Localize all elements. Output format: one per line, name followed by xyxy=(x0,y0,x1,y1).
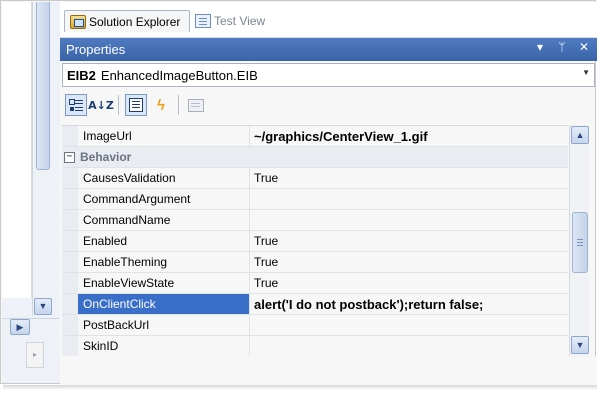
row-gutter xyxy=(62,273,78,293)
property-pages-button[interactable] xyxy=(185,94,207,116)
property-row-postbackurl[interactable]: PostBackUrl xyxy=(62,315,568,336)
row-gutter xyxy=(62,294,78,314)
property-value[interactable]: ~/graphics/CenterView_1.gif xyxy=(250,126,568,146)
properties-view-button[interactable] xyxy=(125,94,147,116)
property-row-commandname[interactable]: CommandName xyxy=(62,210,568,231)
property-row-causesvalidation[interactable]: CausesValidation True xyxy=(62,168,568,189)
property-value[interactable]: True xyxy=(250,273,568,293)
property-name[interactable]: SkinID xyxy=(78,336,250,356)
property-name[interactable]: EnableViewState xyxy=(78,273,250,293)
tab-label: Test View xyxy=(214,14,266,28)
property-value[interactable]: True xyxy=(250,168,568,188)
row-gutter xyxy=(62,168,78,188)
chevron-down-icon[interactable]: ▼ xyxy=(582,68,590,77)
property-name[interactable]: EnableTheming xyxy=(78,252,250,272)
test-view-icon xyxy=(195,14,211,28)
property-grid: ImageUrl ~/graphics/CenterView_1.gif − B… xyxy=(62,125,568,357)
tool-window-tabstrip: Solution Explorer Test View xyxy=(60,2,597,38)
property-name[interactable]: CommandName xyxy=(78,210,250,230)
tab-label: Solution Explorer xyxy=(89,14,181,29)
property-name-selected[interactable]: OnClientClick xyxy=(78,294,250,314)
solution-explorer-icon xyxy=(70,14,86,29)
property-grid-scroll-thumb[interactable] xyxy=(572,212,588,273)
property-row-enabletheming[interactable]: EnableTheming True xyxy=(62,252,568,273)
property-row-commandargument[interactable]: CommandArgument xyxy=(62,189,568,210)
categorized-button[interactable] xyxy=(65,94,87,116)
object-type: EnhancedImageButton.EIB xyxy=(100,67,258,83)
property-name[interactable]: CausesValidation xyxy=(78,168,250,188)
tab-test-view[interactable]: Test View xyxy=(190,10,290,32)
property-name[interactable]: Enabled xyxy=(78,231,250,251)
property-pages-icon xyxy=(188,98,204,112)
tab-solution-explorer[interactable]: Solution Explorer xyxy=(64,10,190,32)
alphabetical-button[interactable]: A↓Z xyxy=(88,94,114,116)
title-bar-buttons: ▾ ᛘ ✕ xyxy=(533,40,591,54)
row-gutter xyxy=(62,126,78,146)
category-row-behavior[interactable]: − Behavior xyxy=(62,147,568,168)
scroll-down-icon[interactable]: ▼ xyxy=(34,298,52,315)
properties-icon xyxy=(129,98,143,112)
properties-title: Properties xyxy=(66,42,126,57)
pin-icon[interactable]: ᛘ xyxy=(555,40,569,54)
row-gutter xyxy=(62,210,78,230)
property-value[interactable] xyxy=(250,315,568,335)
property-row-imageurl[interactable]: ImageUrl ~/graphics/CenterView_1.gif xyxy=(62,126,568,147)
properties-toolbar: A↓Z ϟ xyxy=(62,90,595,120)
property-value[interactable] xyxy=(250,210,568,230)
frame-shadow xyxy=(3,385,597,390)
editor-vertical-scrollbar[interactable] xyxy=(32,2,52,316)
lightning-bolt-icon: ϟ xyxy=(157,96,165,114)
property-row-enabled[interactable]: Enabled True xyxy=(62,231,568,252)
property-value[interactable] xyxy=(250,189,568,209)
property-name[interactable]: ImageUrl xyxy=(78,126,250,146)
row-gutter xyxy=(62,189,78,209)
categorized-icon xyxy=(69,98,83,112)
property-name[interactable]: PostBackUrl xyxy=(78,315,250,335)
row-gutter xyxy=(62,315,78,335)
secondary-scroll-right-icon[interactable]: ▸ xyxy=(26,342,44,368)
property-name[interactable]: CommandArgument xyxy=(78,189,250,209)
row-gutter xyxy=(62,336,78,356)
property-row-enableviewstate[interactable]: EnableViewState True xyxy=(62,273,568,294)
events-view-button[interactable]: ϟ xyxy=(150,94,172,116)
property-value[interactable]: alert('I do not postback');return false; xyxy=(250,294,568,314)
close-icon[interactable]: ✕ xyxy=(577,40,591,54)
row-gutter xyxy=(62,252,78,272)
sort-alphabetical-icon: A↓Z xyxy=(88,98,114,112)
description-area xyxy=(60,356,597,385)
editor-pane: ▼ ▶ ▸ xyxy=(2,2,60,383)
property-row-skinid[interactable]: SkinID xyxy=(62,336,568,357)
window-frame: ▼ ▶ ▸ Solution Explorer Test View Proper… xyxy=(0,0,597,385)
object-name: EIB2 xyxy=(67,67,96,83)
toolbar-separator xyxy=(118,95,119,115)
property-value[interactable]: True xyxy=(250,252,568,272)
row-gutter xyxy=(62,231,78,251)
property-value[interactable] xyxy=(250,336,568,356)
toolbar-separator xyxy=(178,95,179,115)
object-selector-dropdown[interactable]: EIB2 EnhancedImageButton.EIB ▼ xyxy=(62,63,595,87)
editor-scroll-thumb[interactable] xyxy=(36,2,50,170)
property-grid-scrollbar[interactable]: ▲ ▼ xyxy=(569,125,589,356)
scroll-right-icon[interactable]: ▶ xyxy=(10,319,30,335)
category-name: Behavior xyxy=(80,150,132,164)
properties-title-bar: Properties ▾ ᛘ ✕ xyxy=(60,38,597,61)
scroll-down-icon[interactable]: ▼ xyxy=(571,336,589,354)
editor-surface[interactable] xyxy=(2,2,32,298)
scroll-up-icon[interactable]: ▲ xyxy=(571,126,589,144)
property-row-onclientclick[interactable]: OnClientClick alert('I do not postback')… xyxy=(62,294,568,315)
window-position-dropdown-icon[interactable]: ▾ xyxy=(533,40,547,54)
collapse-icon[interactable]: − xyxy=(64,151,75,163)
property-value[interactable]: True xyxy=(250,231,568,251)
